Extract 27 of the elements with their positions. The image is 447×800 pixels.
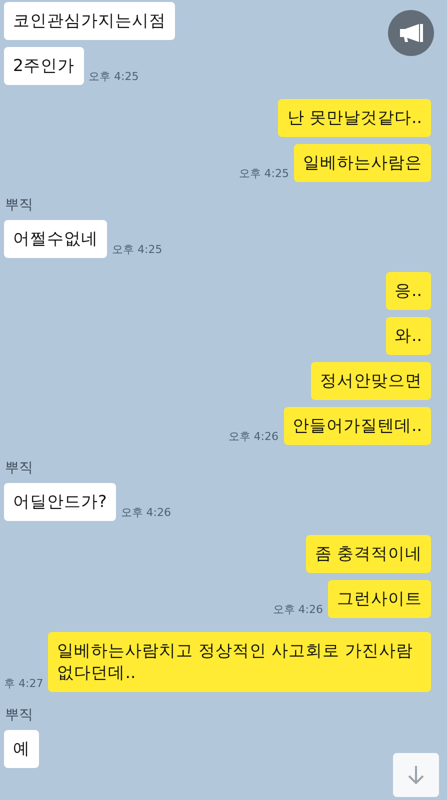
timestamp: 오후 4:25 bbox=[238, 167, 289, 181]
sender-name: 뿌직 bbox=[5, 706, 33, 724]
timestamp: 오후 4:26 bbox=[120, 506, 171, 520]
timestamp: 오후 4:25 bbox=[88, 70, 139, 84]
message-bubble: 일베하는사람치고 정상적인 사고회로 가진사람 없다던데.. bbox=[48, 632, 431, 692]
message-bubble: 2주인가 bbox=[4, 47, 84, 85]
timestamp: 오후 4:26 bbox=[228, 430, 278, 444]
message-bubble: 코인관심가지는시점 bbox=[4, 2, 175, 40]
timestamp: 후 4:27 bbox=[4, 677, 44, 691]
megaphone-icon bbox=[398, 23, 424, 43]
message-bubble: 와.. bbox=[386, 317, 431, 355]
arrow-down-icon bbox=[408, 765, 424, 785]
timestamp: 오후 4:25 bbox=[112, 243, 162, 257]
message-bubble: 일베하는사람은 bbox=[294, 144, 431, 182]
message-bubble: 어딜안드가? bbox=[4, 483, 116, 521]
notice-button[interactable] bbox=[388, 10, 434, 56]
message-bubble: 난 못만날것같다.. bbox=[278, 99, 431, 137]
sender-name: 뿌직 bbox=[5, 459, 33, 477]
message-bubble: 응.. bbox=[386, 272, 431, 310]
message-bubble: 정서안맞으면 bbox=[311, 362, 431, 400]
message-bubble: 예 bbox=[4, 730, 39, 768]
message-bubble: 좀 충격적이네 bbox=[306, 535, 431, 573]
sender-name: 뿌직 bbox=[5, 196, 33, 214]
message-bubble: 어쩔수없네 bbox=[4, 220, 107, 258]
message-bubble: 그런사이트 bbox=[328, 580, 431, 618]
message-bubble: 안들어가질텐데.. bbox=[284, 407, 431, 445]
timestamp: 오후 4:26 bbox=[272, 603, 323, 617]
